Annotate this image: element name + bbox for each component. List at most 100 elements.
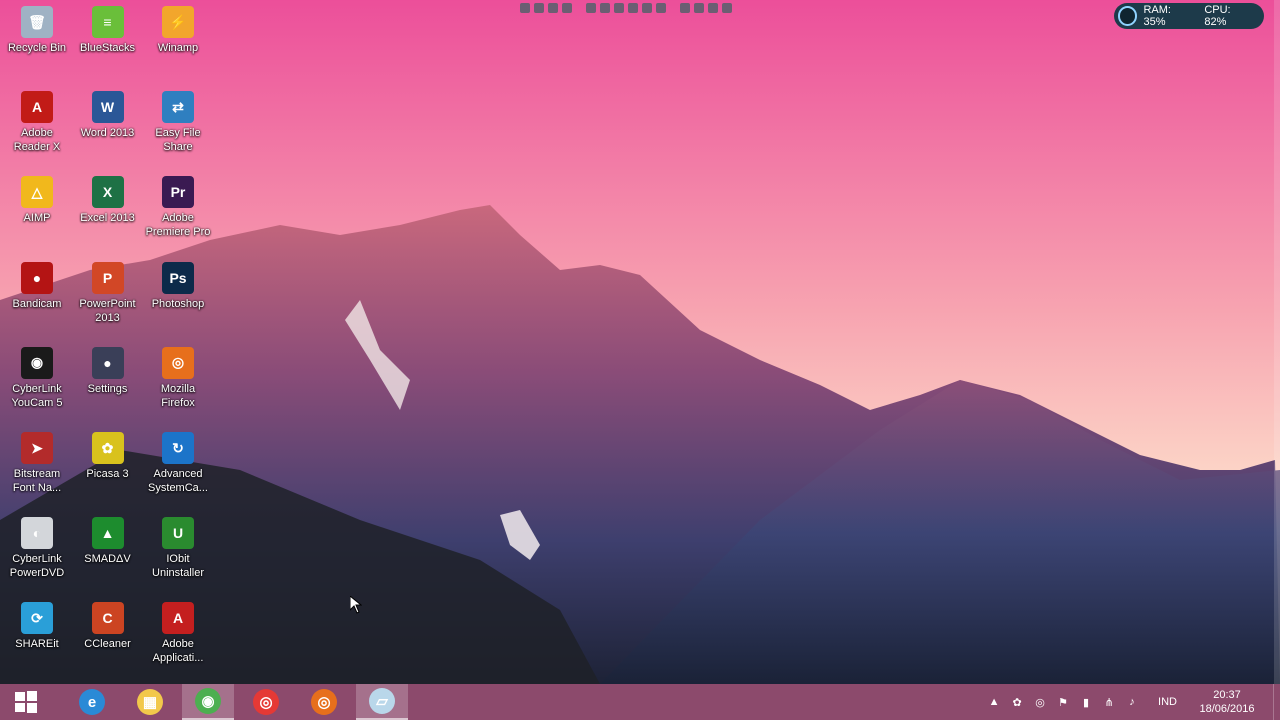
action-center-flag-icon[interactable]: ⚑ [1054,694,1072,710]
toolbar-icon[interactable] [694,3,704,13]
desktop-icon[interactable]: Ps Photoshop [142,258,214,342]
toolbar-icon[interactable] [548,3,558,13]
desktop-icon[interactable]: W Word 2013 [72,87,144,171]
toolbar-icon[interactable] [520,3,530,13]
desktop-icon-label: Mozilla Firefox [160,382,196,409]
desktop-icon-label: Picasa 3 [86,468,129,480]
toolbar-icon[interactable] [614,3,624,13]
adobe-application-manager-icon: A [162,602,194,635]
toolbar-icon[interactable] [600,3,610,13]
desktop-icon[interactable]: U IObit Uninstaller [142,513,214,597]
ram-usage: RAM: 35% [1143,4,1171,28]
firefox-icon: ◎ [162,346,194,379]
show-hidden-icons-button[interactable]: ▲ [985,694,1003,710]
desktop-icon[interactable]: ▲ SMADΔV [72,513,144,597]
desktop-icon-label: SMADΔV [84,553,131,566]
toolbar-icon[interactable] [680,3,690,13]
word-icon: W [91,91,124,124]
system-tray: ▲ ✿ ◎ ⚑ ▮ ⋔ ♪ IND 20:37 18/06/2016 [985,684,1280,720]
desktop-icon[interactable]: 🗑 Recycle Bin [1,2,73,86]
desktop-icon[interactable]: ⇄ Easy File Share [142,87,214,171]
chrome-icon: ◉ [195,688,221,714]
browser-tray-icon[interactable]: ◎ [1031,694,1049,710]
volume-icon[interactable]: ♪ [1123,694,1141,710]
taskbar-app-button[interactable]: ◎ [240,684,292,720]
desktop-icon[interactable]: A Adobe Reader X [1,87,73,171]
system-monitor-widget[interactable]: RAM: 35% CPU: 82% [1114,3,1264,29]
desktop-icon[interactable]: ↻ Advanced SystemCa... [142,428,214,512]
desktop-icon[interactable]: ⟳ SHAREit [1,598,73,682]
toolbar-icon[interactable] [656,3,666,13]
desktop-icon-label: PowerPoint 2013 [79,297,136,324]
picasa-icon: ✿ [91,432,124,464]
desktop-icon[interactable]: C CCleaner [72,598,144,682]
desktop-icon[interactable]: X Excel 2013 [72,172,144,256]
iobit-uninstaller-icon: U [162,517,194,550]
desktop-icon[interactable]: Pr Adobe Premiere Pro [142,172,214,256]
desktop-icon[interactable]: ⚡ Winamp [142,2,214,86]
battery-icon[interactable]: ▮ [1077,694,1095,710]
adobe-reader-icon: A [21,91,53,124]
photoshop-icon: Ps [162,261,194,294]
cpu-usage: CPU: 82% [1204,4,1231,28]
taskbar-pinned-apps: e ▦ ◉ ◎ ◎ ▱ [66,684,414,720]
desktop-icon-label: Bitstream Font Na... [12,468,62,494]
desktop-edge-scroll [1274,0,1280,684]
desktop-icon[interactable]: ● Settings [72,343,144,427]
toolbar-icon[interactable] [628,3,638,13]
language-indicator[interactable]: IND [1158,696,1177,708]
desktop-icon[interactable]: ≡ BlueStacks [72,2,144,86]
show-desktop-button[interactable] [1273,684,1280,720]
floating-toolbar [520,0,732,16]
powerpoint-icon: P [91,261,124,294]
desktop-icon[interactable]: ◐ CyberLink PowerDVD [1,513,73,597]
toolbar-icon[interactable] [642,3,652,13]
desktop-icon-label: Photoshop [151,297,205,310]
easy-file-share-icon: ⇄ [162,91,194,124]
youcam-icon: ◉ [21,346,53,379]
desktop-icon[interactable]: ◎ Mozilla Firefox [142,343,214,427]
toolbar-icon[interactable] [534,3,544,13]
desktop-icon-label: Excel 2013 [80,212,135,225]
taskbar: e ▦ ◉ ◎ ◎ ▱ ▲ ✿ ◎ ⚑ ▮ ⋔ ♪ IND 20:37 18/06/201… [0,684,1280,720]
clock-date: 18/06/2016 [1199,703,1255,715]
desktop-icon[interactable]: ◉ CyberLink YouCam 5 [1,343,73,427]
desktop-icon-label: CCleaner [84,638,131,651]
excel-icon: X [91,176,124,209]
desktop-icon-label: Advanced SystemCa... [148,468,208,494]
file-explorer-icon: ▦ [137,689,163,715]
bandicam-taskbar-icon: ◎ [253,689,279,715]
taskbar-app-button[interactable]: ▦ [124,684,176,720]
settings-icon: ● [91,346,124,379]
toolbar-icon[interactable] [586,3,596,13]
desktop-icon[interactable]: ● Bandicam [1,258,73,342]
internet-explorer-icon: e [79,689,105,715]
taskbar-app-button[interactable]: ▱ [356,684,408,720]
notepad-icon: ▱ [369,688,395,714]
network-app-icon[interactable]: ✿ [1008,694,1026,710]
toolbar-icon[interactable] [708,3,718,13]
toolbar-icon[interactable] [722,3,732,13]
desktop-icon-label: Recycle Bin [7,42,67,54]
desktop-icon-label: Adobe Applicati... [152,638,204,665]
advanced-systemcare-icon: ↻ [162,432,194,464]
ccleaner-icon: C [91,602,124,635]
smadav-icon: ▲ [91,517,124,550]
desktop-icon-label: IObit Uninstaller [152,553,204,580]
desktop-icon[interactable]: A Adobe Applicati... [142,598,214,682]
desktop-icon[interactable]: △ AIMP [1,172,73,256]
toolbar-icon[interactable] [562,3,572,13]
desktop-icon[interactable]: P PowerPoint 2013 [72,258,144,342]
desktop-icon-grid: 🗑 Recycle Bin ≡ BlueStacks ⚡ Winamp A Adobe Rea… [0,0,220,684]
desktop-icon-label: Bandicam [12,297,62,310]
windows-logo-icon [15,691,37,713]
taskbar-app-button[interactable]: ◎ [298,684,350,720]
start-button[interactable] [0,684,52,720]
wifi-off-icon[interactable]: ⋔ [1100,694,1118,710]
taskbar-app-button[interactable]: e [66,684,118,720]
desktop-icon[interactable]: ✿ Picasa 3 [72,428,144,512]
recycle-bin-icon: 🗑 [21,6,53,38]
desktop-icon[interactable]: ➤ Bitstream Font Na... [1,428,73,512]
clock[interactable]: 20:37 18/06/2016 [1195,688,1259,716]
taskbar-app-button[interactable]: ◉ [182,684,234,720]
